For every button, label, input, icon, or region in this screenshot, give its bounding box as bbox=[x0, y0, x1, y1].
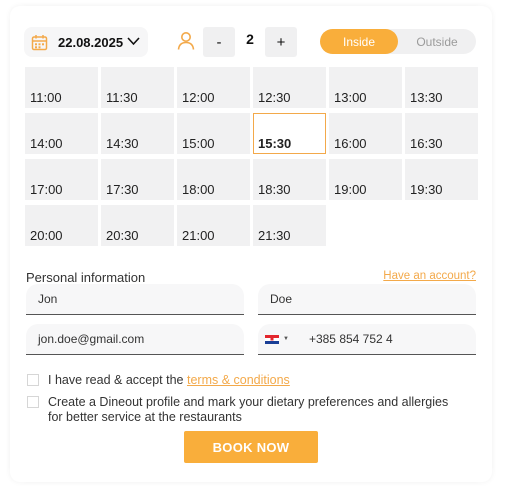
personal-info-title: Personal information bbox=[26, 270, 146, 285]
last-name-value: Doe bbox=[270, 292, 293, 306]
terms-checkbox[interactable] bbox=[27, 374, 39, 386]
terms-label: I have read & accept the terms & conditi… bbox=[48, 373, 290, 388]
seating-toggle: Inside Outside bbox=[320, 29, 476, 54]
have-account-link[interactable]: Have an account? bbox=[383, 270, 476, 282]
time-slot[interactable]: 19:00 bbox=[329, 159, 402, 200]
guest-count: 2 bbox=[246, 31, 254, 47]
time-slot-selected[interactable]: 15:30 bbox=[253, 113, 326, 154]
chevron-down-icon bbox=[127, 37, 140, 46]
time-slot[interactable]: 12:00 bbox=[177, 67, 250, 108]
time-slot[interactable]: 20:30 bbox=[101, 205, 174, 246]
time-slot[interactable]: 19:30 bbox=[405, 159, 478, 200]
time-slot[interactable]: 18:30 bbox=[253, 159, 326, 200]
time-slot[interactable]: 16:00 bbox=[329, 113, 402, 154]
phone-value: +385 854 752 4 bbox=[308, 332, 393, 346]
time-slot[interactable]: 13:30 bbox=[405, 67, 478, 108]
email-field[interactable]: jon.doe@gmail.com bbox=[26, 324, 244, 355]
terms-prefix-text: I have read & accept the bbox=[48, 373, 187, 387]
time-slot[interactable]: 21:00 bbox=[177, 205, 250, 246]
croatia-flag-icon[interactable] bbox=[265, 334, 279, 344]
book-now-button[interactable]: BOOK NOW bbox=[184, 431, 318, 463]
email-value: jon.doe@gmail.com bbox=[38, 332, 145, 346]
caret-down-icon[interactable]: ▼ bbox=[283, 336, 289, 342]
phone-field[interactable]: ▼ +385 854 752 4 bbox=[258, 324, 476, 355]
seating-outside-option[interactable]: Outside bbox=[398, 29, 476, 54]
date-picker[interactable]: 22.08.2025 bbox=[24, 27, 148, 57]
time-slot[interactable]: 20:00 bbox=[25, 205, 98, 246]
time-slot[interactable]: 17:00 bbox=[25, 159, 98, 200]
profile-label-line-2: for better service at the restaurants bbox=[48, 410, 242, 424]
time-slot[interactable]: 14:00 bbox=[25, 113, 98, 154]
time-slot[interactable]: 14:30 bbox=[101, 113, 174, 154]
first-name-value: Jon bbox=[38, 292, 58, 306]
selected-date: 22.08.2025 bbox=[58, 34, 124, 50]
time-slot-grid: 11:00 11:30 12:00 12:30 13:00 13:30 14:0… bbox=[25, 67, 478, 249]
terms-link[interactable]: terms & conditions bbox=[187, 373, 290, 387]
decrease-guests-button[interactable]: - bbox=[203, 27, 235, 57]
time-slot[interactable]: 15:00 bbox=[177, 113, 250, 154]
profile-checkbox[interactable] bbox=[27, 396, 39, 408]
time-slot[interactable]: 11:30 bbox=[101, 67, 174, 108]
time-slot[interactable]: 17:30 bbox=[101, 159, 174, 200]
increase-guests-button[interactable]: + bbox=[265, 27, 297, 57]
profile-label: Create a Dineout profile and mark your d… bbox=[48, 395, 448, 425]
profile-consent-row: Create a Dineout profile and mark your d… bbox=[27, 395, 472, 427]
time-slot[interactable]: 18:00 bbox=[177, 159, 250, 200]
time-slot[interactable]: 16:30 bbox=[405, 113, 478, 154]
time-slot[interactable]: 13:00 bbox=[329, 67, 402, 108]
time-slot[interactable]: 21:30 bbox=[253, 205, 326, 246]
terms-consent-row: I have read & accept the terms & conditi… bbox=[27, 373, 447, 389]
time-slot[interactable]: 11:00 bbox=[25, 67, 98, 108]
seating-inside-option[interactable]: Inside bbox=[320, 29, 398, 54]
calendar-icon bbox=[31, 34, 48, 50]
first-name-field[interactable]: Jon bbox=[26, 284, 244, 315]
last-name-field[interactable]: Doe bbox=[258, 284, 476, 315]
time-slot[interactable]: 12:30 bbox=[253, 67, 326, 108]
profile-label-line-1: Create a Dineout profile and mark your d… bbox=[48, 395, 449, 409]
person-icon bbox=[177, 32, 195, 50]
